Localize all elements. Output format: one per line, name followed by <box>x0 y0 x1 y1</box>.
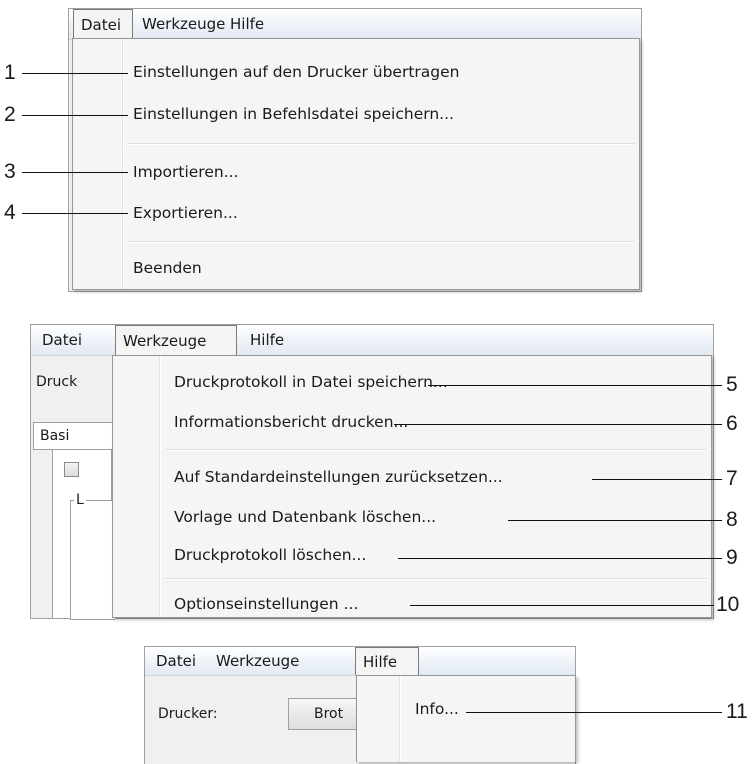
menu-bar: Datei Werkzeuge Hilfe <box>145 647 575 676</box>
menu-separator <box>165 578 707 580</box>
callout-line <box>428 385 722 386</box>
menu-item-reset-defaults[interactable]: Auf Standardeinstellungen zurücksetzen..… <box>174 468 503 486</box>
callout-line <box>398 558 722 559</box>
callout-line <box>22 172 128 173</box>
checkbox[interactable] <box>64 462 79 477</box>
callout-number: 10 <box>716 593 740 616</box>
group-label: L <box>74 492 86 508</box>
menu-datei[interactable]: Datei <box>73 9 133 39</box>
menu-separator <box>127 241 635 243</box>
menu-item-delete-print-log[interactable]: Druckprotokoll löschen... <box>174 546 366 564</box>
menu-gutter <box>399 676 401 762</box>
callout-number: 3 <box>4 160 16 183</box>
tab-basic-label: Basi <box>40 428 70 444</box>
menu-item-exit[interactable]: Beenden <box>133 259 202 277</box>
menu-werkzeuge[interactable]: Werkzeuge <box>115 325 237 355</box>
menu-item-save-command-file[interactable]: Einstellungen in Befehlsdatei speichern.… <box>133 105 454 123</box>
menu-bar: Datei Werkzeuge Hilfe <box>69 9 641 40</box>
callout-line <box>22 73 128 74</box>
callout-number: 4 <box>4 201 16 224</box>
callout-number: 7 <box>726 467 738 490</box>
callout-number: 11 <box>726 700 748 723</box>
callout-number: 2 <box>4 103 16 126</box>
menu-item-delete-template-db[interactable]: Vorlage und Datenbank löschen... <box>174 508 436 526</box>
callout-line <box>508 520 722 521</box>
callout-number: 6 <box>726 412 738 435</box>
menu-hilfe[interactable]: Hilfe <box>243 325 291 355</box>
menu-datei[interactable]: Datei <box>35 325 89 355</box>
werkzeuge-dropdown: Druckprotokoll in Datei speichern... Inf… <box>112 355 712 618</box>
menu-item-options[interactable]: Optionseinstellungen ... <box>174 595 358 613</box>
callout-number: 1 <box>4 61 16 84</box>
group-box <box>70 500 115 620</box>
hilfe-dropdown: Info... <box>356 675 576 762</box>
menu-item-info[interactable]: Info... <box>415 700 459 718</box>
menu-item-settings-transfer[interactable]: Einstellungen auf den Drucker übertragen <box>133 63 459 81</box>
menu-hilfe[interactable]: Hilfe <box>355 647 419 675</box>
callout-number: 9 <box>726 546 738 569</box>
menu-werkzeuge[interactable]: Werkzeuge <box>209 647 306 675</box>
menu-hilfe[interactable]: Hilfe <box>223 9 271 39</box>
menu-item-export[interactable]: Exportieren... <box>133 204 238 222</box>
callout-number: 5 <box>726 373 738 396</box>
callout-line <box>22 115 128 116</box>
menu-werkzeuge[interactable]: Werkzeuge <box>135 9 232 39</box>
menu-separator <box>165 449 707 451</box>
callout-line <box>410 605 714 606</box>
menu-item-print-info-report[interactable]: Informationsbericht drucken... <box>174 413 408 431</box>
drucker-label: Drucker: <box>158 706 218 722</box>
menu-separator <box>127 143 635 145</box>
callout-line <box>466 712 722 713</box>
callout-number: 8 <box>726 508 738 531</box>
printer-combo-value: Brot <box>314 706 344 722</box>
callout-line <box>394 424 722 425</box>
callout-line <box>22 213 128 214</box>
callout-line <box>592 479 722 480</box>
drucker-label: Druck <box>36 374 78 390</box>
menu-bar: Datei Werkzeuge Hilfe <box>31 325 713 356</box>
menu-datei[interactable]: Datei <box>149 647 203 675</box>
menu-gutter <box>159 356 161 617</box>
menu-gutter <box>122 39 124 289</box>
datei-dropdown: Einstellungen auf den Drucker übertragen… <box>72 38 640 290</box>
menu-item-save-print-log[interactable]: Druckprotokoll in Datei speichern... <box>174 373 448 391</box>
menu-item-import[interactable]: Importieren... <box>133 163 238 181</box>
